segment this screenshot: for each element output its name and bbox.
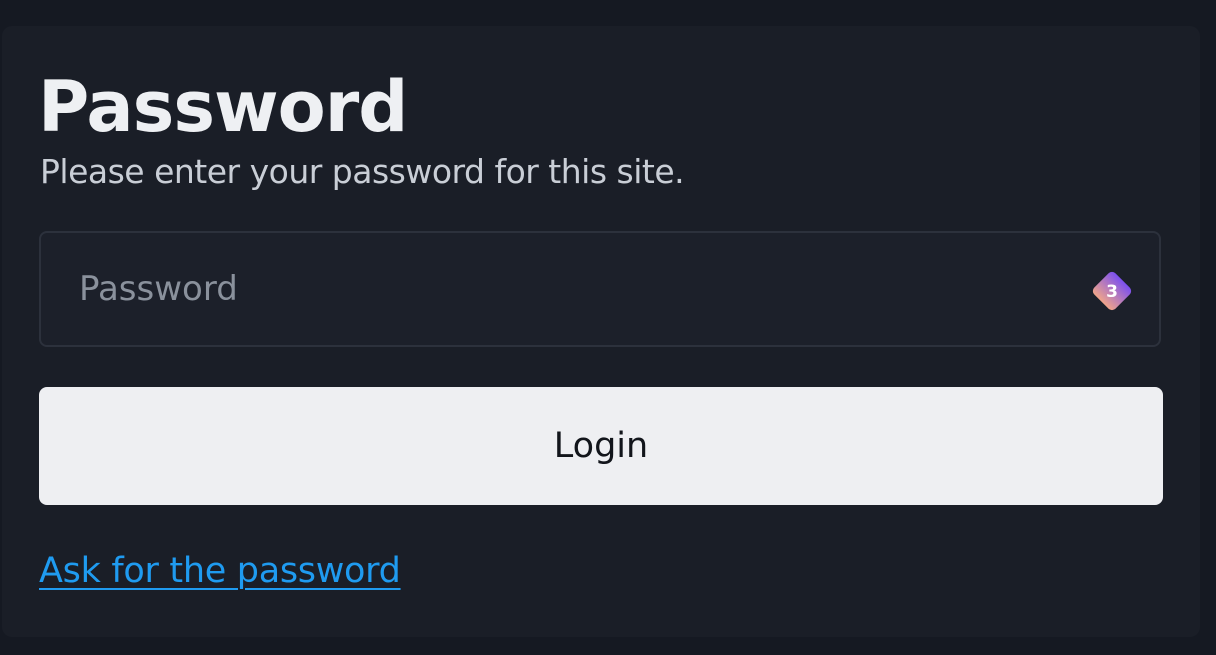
login-button[interactable]: Login	[39, 387, 1163, 505]
password-field-container: 3	[39, 231, 1161, 347]
password-manager-icon[interactable]: 3	[1087, 266, 1137, 316]
page-title: Password	[38, 66, 408, 148]
ask-for-password-link[interactable]: Ask for the password	[39, 551, 401, 591]
badge-count: 3	[1106, 282, 1118, 302]
page-subtitle: Please enter your password for this site…	[40, 152, 685, 191]
password-input[interactable]	[41, 233, 1159, 345]
